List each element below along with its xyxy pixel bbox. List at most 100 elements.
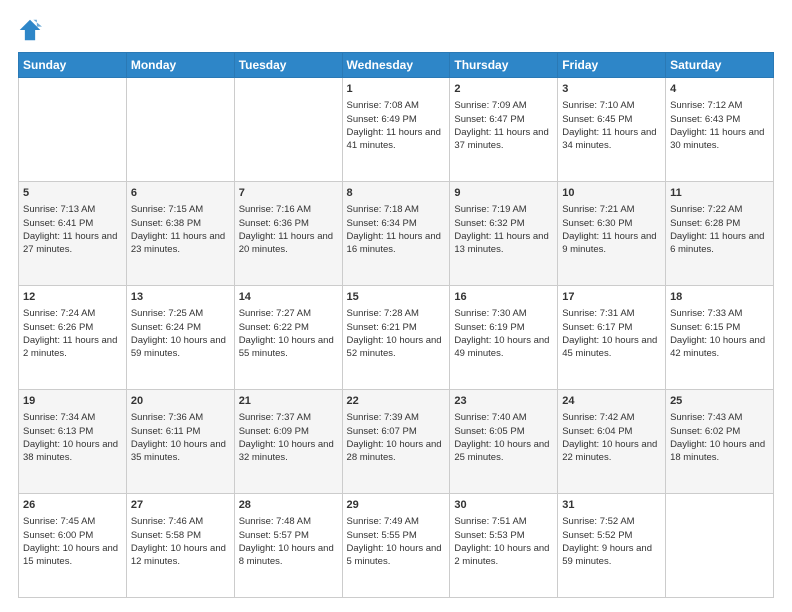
day-number: 15 xyxy=(347,290,446,305)
day-info: Sunrise: 7:24 AM xyxy=(23,307,122,320)
weekday-row: SundayMondayTuesdayWednesdayThursdayFrid… xyxy=(19,53,774,78)
day-info: Daylight: 11 hours and 37 minutes. xyxy=(454,126,553,153)
day-number: 29 xyxy=(347,498,446,513)
day-info: Sunset: 6:09 PM xyxy=(239,425,338,438)
day-number: 25 xyxy=(670,394,769,409)
weekday-header: Tuesday xyxy=(234,53,342,78)
calendar-body: 1Sunrise: 7:08 AMSunset: 6:49 PMDaylight… xyxy=(19,78,774,598)
day-info: Sunset: 6:32 PM xyxy=(454,217,553,230)
day-info: Sunset: 5:52 PM xyxy=(562,529,661,542)
day-number: 17 xyxy=(562,290,661,305)
day-info: Daylight: 10 hours and 22 minutes. xyxy=(562,438,661,465)
day-number: 4 xyxy=(670,82,769,97)
day-number: 9 xyxy=(454,186,553,201)
day-number: 16 xyxy=(454,290,553,305)
page: SundayMondayTuesdayWednesdayThursdayFrid… xyxy=(0,0,792,612)
day-info: Daylight: 11 hours and 27 minutes. xyxy=(23,230,122,257)
day-info: Sunset: 6:43 PM xyxy=(670,113,769,126)
day-info: Daylight: 11 hours and 16 minutes. xyxy=(347,230,446,257)
day-number: 12 xyxy=(23,290,122,305)
day-info: Daylight: 10 hours and 8 minutes. xyxy=(239,542,338,569)
day-number: 2 xyxy=(454,82,553,97)
day-info: Daylight: 9 hours and 59 minutes. xyxy=(562,542,661,569)
day-info: Sunset: 6:22 PM xyxy=(239,321,338,334)
day-number: 26 xyxy=(23,498,122,513)
header xyxy=(18,18,774,42)
day-info: Daylight: 11 hours and 6 minutes. xyxy=(670,230,769,257)
calendar-cell: 31Sunrise: 7:52 AMSunset: 5:52 PMDayligh… xyxy=(558,494,666,598)
day-info: Sunrise: 7:33 AM xyxy=(670,307,769,320)
day-info: Daylight: 11 hours and 13 minutes. xyxy=(454,230,553,257)
calendar-cell: 20Sunrise: 7:36 AMSunset: 6:11 PMDayligh… xyxy=(126,390,234,494)
day-info: Sunrise: 7:49 AM xyxy=(347,515,446,528)
calendar-cell: 13Sunrise: 7:25 AMSunset: 6:24 PMDayligh… xyxy=(126,286,234,390)
day-number: 3 xyxy=(562,82,661,97)
calendar-cell: 19 Sunrise: 7:34 AMSunset: 6:13 PMDayligh… xyxy=(19,390,127,494)
day-info: Daylight: 10 hours and 25 minutes. xyxy=(454,438,553,465)
day-number: 10 xyxy=(562,186,661,201)
calendar-cell: 21Sunrise: 7:37 AMSunset: 6:09 PMDayligh… xyxy=(234,390,342,494)
day-info: Sunset: 6:30 PM xyxy=(562,217,661,230)
weekday-header: Friday xyxy=(558,53,666,78)
day-info: Sunrise: 7:19 AM xyxy=(454,203,553,216)
day-number: 6 xyxy=(131,186,230,201)
day-info: Sunrise: 7:18 AM xyxy=(347,203,446,216)
calendar-cell: 16Sunrise: 7:30 AMSunset: 6:19 PMDayligh… xyxy=(450,286,558,390)
day-info: Sunset: 6:00 PM xyxy=(23,529,122,542)
day-number: 31 xyxy=(562,498,661,513)
weekday-header: Monday xyxy=(126,53,234,78)
day-info: Sunrise: 7:09 AM xyxy=(454,99,553,112)
day-info: Sunset: 6:28 PM xyxy=(670,217,769,230)
calendar-cell: 9 Sunrise: 7:19 AMSunset: 6:32 PMDaylight… xyxy=(450,182,558,286)
day-info: Daylight: 11 hours and 30 minutes. xyxy=(670,126,769,153)
calendar-cell: 15Sunrise: 7:28 AMSunset: 6:21 PMDayligh… xyxy=(342,286,450,390)
calendar-cell: 3Sunrise: 7:10 AMSunset: 6:45 PMDaylight… xyxy=(558,78,666,182)
day-info: Sunrise: 7:43 AM xyxy=(670,411,769,424)
weekday-header: Saturday xyxy=(666,53,774,78)
day-info: Daylight: 10 hours and 38 minutes. xyxy=(23,438,122,465)
calendar-week: 1Sunrise: 7:08 AMSunset: 6:49 PMDaylight… xyxy=(19,78,774,182)
calendar: SundayMondayTuesdayWednesdayThursdayFrid… xyxy=(18,52,774,598)
calendar-cell: 26Sunrise: 7:45 AMSunset: 6:00 PMDayligh… xyxy=(19,494,127,598)
day-number: 23 xyxy=(454,394,553,409)
calendar-cell xyxy=(666,494,774,598)
calendar-week: 26Sunrise: 7:45 AMSunset: 6:00 PMDayligh… xyxy=(19,494,774,598)
day-info: Daylight: 10 hours and 2 minutes. xyxy=(454,542,553,569)
day-number: 18 xyxy=(670,290,769,305)
day-info: Sunrise: 7:22 AM xyxy=(670,203,769,216)
day-info: Daylight: 10 hours and 59 minutes. xyxy=(131,334,230,361)
day-info: Sunrise: 7:08 AM xyxy=(347,99,446,112)
day-number: 24 xyxy=(562,394,661,409)
day-info: Sunrise: 7:36 AM xyxy=(131,411,230,424)
day-info: Daylight: 10 hours and 18 minutes. xyxy=(670,438,769,465)
day-info: Sunset: 6:34 PM xyxy=(347,217,446,230)
day-info: Sunrise: 7:40 AM xyxy=(454,411,553,424)
calendar-week: 12Sunrise: 7:24 AMSunset: 6:26 PMDayligh… xyxy=(19,286,774,390)
calendar-cell xyxy=(234,78,342,182)
day-info: Daylight: 10 hours and 35 minutes. xyxy=(131,438,230,465)
day-number: 5 xyxy=(23,186,122,201)
calendar-cell: 24Sunrise: 7:42 AMSunset: 6:04 PMDayligh… xyxy=(558,390,666,494)
day-info: Sunrise: 7:28 AM xyxy=(347,307,446,320)
day-info: Sunrise: 7:30 AM xyxy=(454,307,553,320)
day-info: Sunset: 6:13 PM xyxy=(23,425,122,438)
day-number: 20 xyxy=(131,394,230,409)
calendar-cell: 18Sunrise: 7:33 AMSunset: 6:15 PMDayligh… xyxy=(666,286,774,390)
day-number: 19 xyxy=(23,394,122,409)
logo xyxy=(18,18,46,42)
calendar-cell: 5Sunrise: 7:13 AMSunset: 6:41 PMDaylight… xyxy=(19,182,127,286)
calendar-cell: 8Sunrise: 7:18 AMSunset: 6:34 PMDaylight… xyxy=(342,182,450,286)
day-info: Sunrise: 7:51 AM xyxy=(454,515,553,528)
day-info: Sunrise: 7:34 AM xyxy=(23,411,122,424)
day-info: Sunset: 6:07 PM xyxy=(347,425,446,438)
day-info: Sunset: 6:47 PM xyxy=(454,113,553,126)
day-info: Sunrise: 7:10 AM xyxy=(562,99,661,112)
day-info: Daylight: 11 hours and 34 minutes. xyxy=(562,126,661,153)
day-info: Daylight: 10 hours and 55 minutes. xyxy=(239,334,338,361)
day-info: Daylight: 10 hours and 12 minutes. xyxy=(131,542,230,569)
day-info: Sunrise: 7:25 AM xyxy=(131,307,230,320)
calendar-cell: 6Sunrise: 7:15 AMSunset: 6:38 PMDaylight… xyxy=(126,182,234,286)
day-info: Sunrise: 7:15 AM xyxy=(131,203,230,216)
day-info: Sunrise: 7:39 AM xyxy=(347,411,446,424)
day-info: Sunrise: 7:21 AM xyxy=(562,203,661,216)
